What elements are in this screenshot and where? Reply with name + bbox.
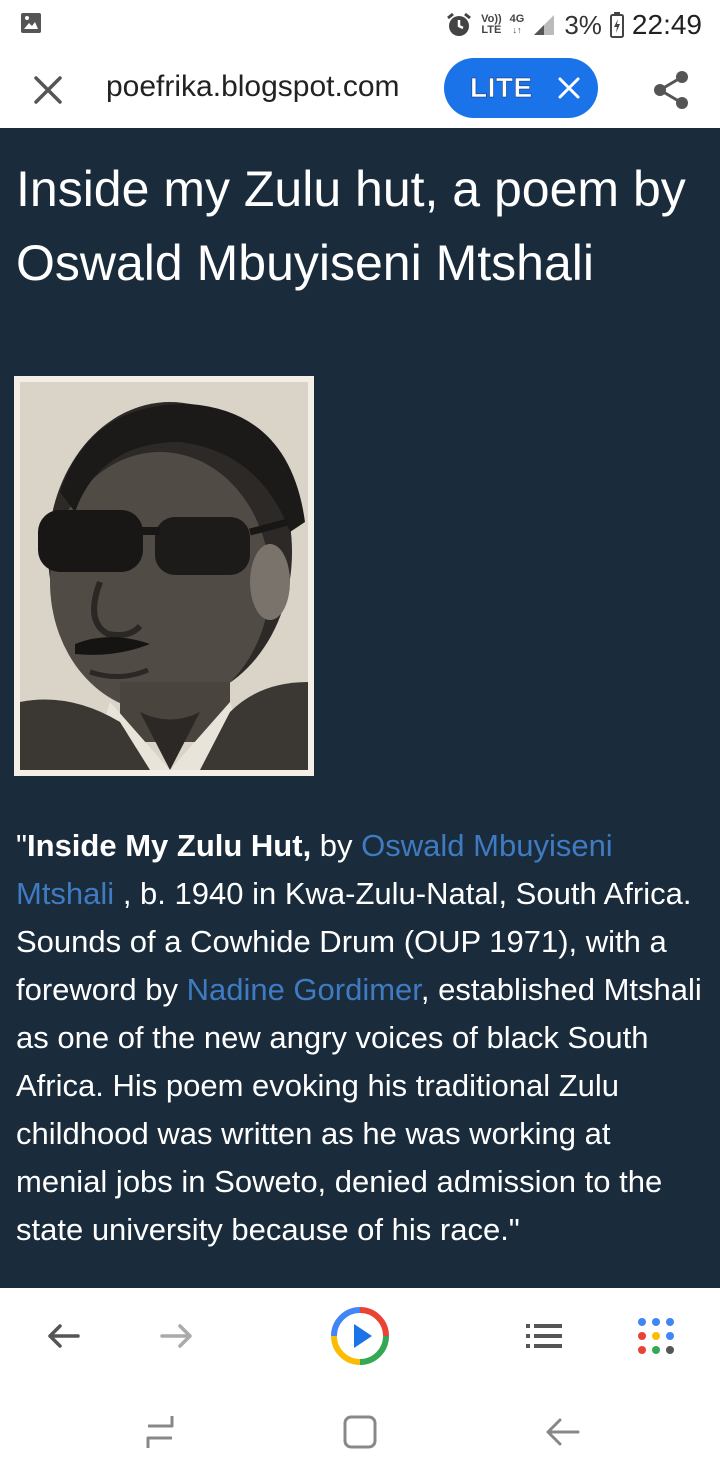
page-title: Inside my Zulu hut, a poem by Oswald Mbu… xyxy=(16,161,686,291)
play-icon[interactable] xyxy=(330,1306,390,1366)
apps-grid-icon[interactable] xyxy=(636,1316,676,1356)
author-portrait-image xyxy=(20,382,308,770)
quote-open: " xyxy=(16,828,28,863)
recent-apps-icon[interactable] xyxy=(140,1412,180,1452)
network-type: 4G ↓↑ xyxy=(509,13,525,36)
signal-icon xyxy=(534,15,555,35)
author-photo xyxy=(14,376,314,776)
back-arrow-icon[interactable] xyxy=(44,1316,84,1356)
system-nav-bar xyxy=(0,1384,720,1480)
article-bio: "Inside My Zulu Hut, by Oswald Mbuyiseni… xyxy=(16,822,706,1254)
close-icon[interactable] xyxy=(557,76,581,100)
url-text[interactable]: poefrika.blogspot.com xyxy=(106,70,400,104)
close-icon[interactable] xyxy=(28,70,68,110)
share-icon[interactable] xyxy=(650,68,694,112)
url-bar: poefrika.blogspot.com LITE xyxy=(0,50,720,128)
battery-charging-icon xyxy=(609,12,624,38)
lite-label: LITE xyxy=(470,72,533,104)
list-icon[interactable] xyxy=(524,1318,564,1354)
gallery-icon xyxy=(21,13,41,33)
volte-indicator: Vo)) LTE xyxy=(481,13,502,36)
bio-text: , established Mtshali as one of the new … xyxy=(16,972,702,1247)
clock: 22:49 xyxy=(631,9,702,40)
lite-mode-pill[interactable]: LITE xyxy=(444,58,598,118)
bio-text: by xyxy=(311,828,362,863)
back-icon[interactable] xyxy=(542,1412,582,1452)
status-bar: Vo)) LTE 4G ↓↑ 3% 22:49 xyxy=(0,0,720,50)
poem-title-bold: Inside My Zulu Hut, xyxy=(27,828,312,863)
article-content: Inside my Zulu hut, a poem by Oswald Mbu… xyxy=(0,128,720,1288)
bottom-toolbar xyxy=(0,1288,720,1384)
forward-arrow-icon[interactable] xyxy=(156,1316,196,1356)
gordimer-link[interactable]: Nadine Gordimer xyxy=(187,972,421,1007)
home-icon[interactable] xyxy=(340,1412,380,1452)
battery-percentage: 3% xyxy=(564,9,602,40)
alarm-icon xyxy=(447,12,472,36)
status-indicators: Vo)) LTE 4G ↓↑ 3% 22:49 xyxy=(445,8,702,42)
